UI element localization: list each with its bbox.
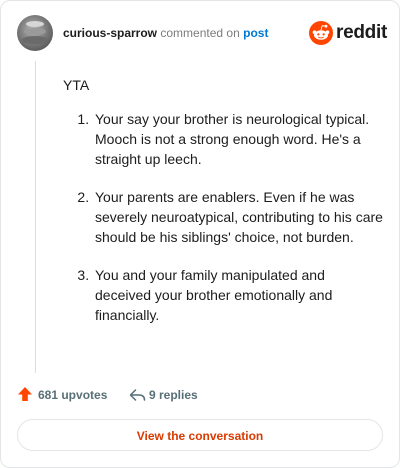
reddit-snoo-icon	[309, 21, 333, 45]
comment-body: YTA Your say your brother is neurologica…	[63, 75, 383, 343]
comment-card: curious-sparrow commented on post reddit…	[0, 0, 400, 468]
list-item: Your say your brother is neurological ty…	[93, 109, 383, 169]
comment-footer: 681 upvotes 9 replies	[17, 385, 383, 405]
upvote-arrow-icon[interactable]	[17, 386, 33, 402]
reddit-logo[interactable]: reddit	[309, 21, 387, 45]
view-conversation-button[interactable]: View the conversation	[17, 419, 383, 451]
comment-header: curious-sparrow commented on post reddit	[17, 15, 387, 51]
commented-on-text: commented on	[160, 26, 240, 40]
reply-arrow-icon[interactable]	[129, 387, 146, 403]
avatar[interactable]	[17, 15, 53, 51]
post-link[interactable]: post	[243, 26, 268, 40]
comment-intro: YTA	[63, 77, 90, 93]
reddit-wordmark: reddit	[336, 22, 387, 43]
comment-points-list: Your say your brother is neurological ty…	[63, 109, 383, 325]
list-item: Your parents are enablers. Even if he wa…	[93, 187, 383, 247]
list-item: You and your family manipulated and dece…	[93, 265, 383, 325]
upvote-count[interactable]: 681 upvotes	[38, 388, 107, 402]
thread-line	[35, 61, 36, 373]
reply-count[interactable]: 9 replies	[149, 388, 198, 402]
comment-meta: curious-sparrow commented on post	[63, 26, 268, 40]
username[interactable]: curious-sparrow	[63, 26, 157, 40]
